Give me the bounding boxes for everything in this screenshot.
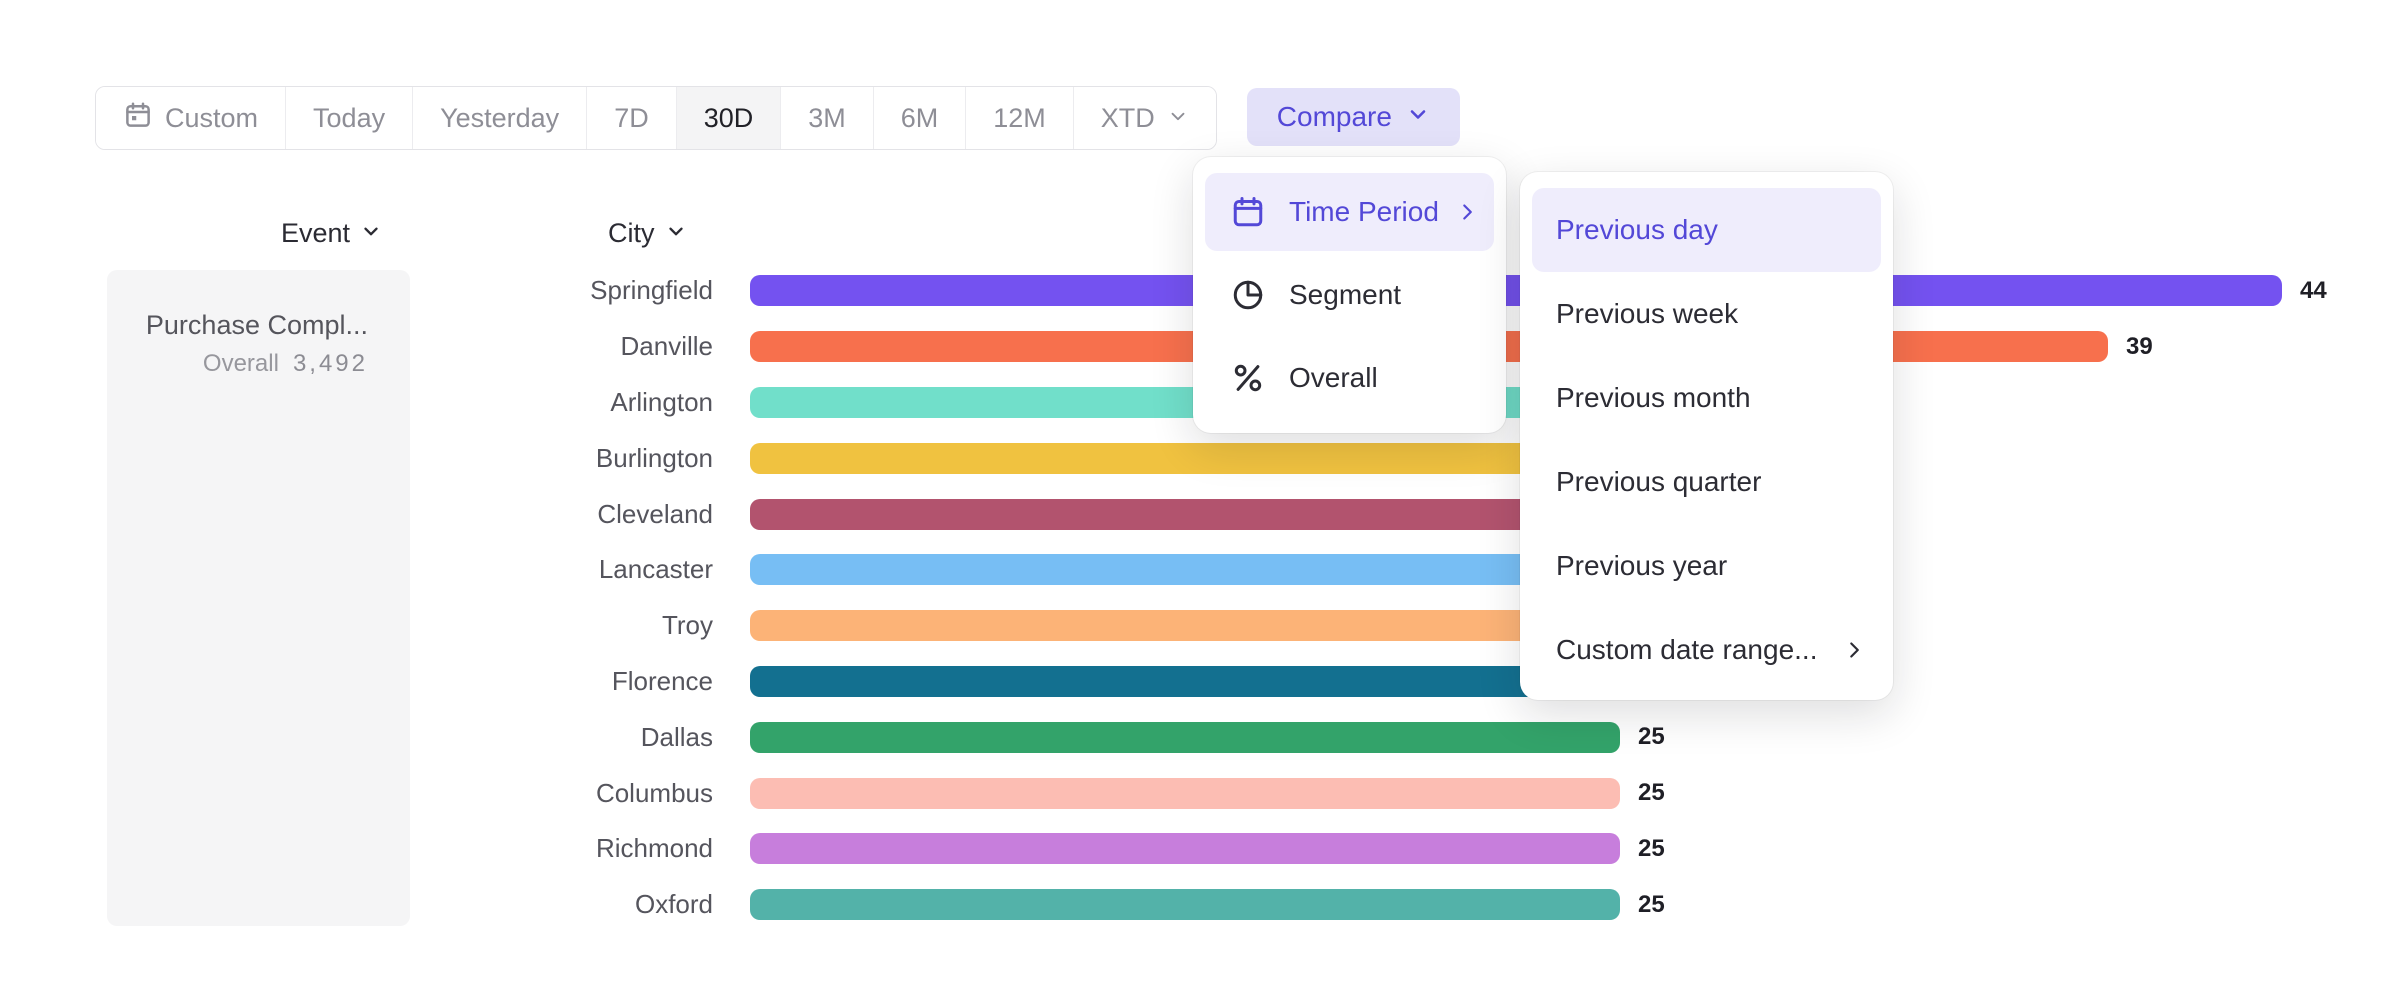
submenu-item-label: Custom date range... [1556, 634, 1817, 666]
chart-row-columbus: Columbus 25 [0, 765, 2394, 821]
compare-button[interactable]: Compare [1247, 88, 1460, 146]
calendar-icon [123, 100, 153, 137]
menu-item-overall[interactable]: Overall [1205, 339, 1494, 417]
submenu-item-previous-year[interactable]: Previous year [1532, 524, 1881, 608]
city-column-label: City [608, 218, 655, 249]
date-range-label: XTD [1101, 103, 1155, 134]
submenu-item-previous-day[interactable]: Previous day [1532, 188, 1881, 272]
bar-label: Springfield [0, 275, 713, 306]
date-range-label: 3M [808, 103, 846, 134]
bar-label: Columbus [0, 778, 713, 809]
chart-row-oxford: Oxford 25 [0, 877, 2394, 933]
date-range-12m[interactable]: 12M [965, 87, 1073, 149]
bar[interactable] [750, 722, 1620, 753]
date-range-6m[interactable]: 6M [873, 87, 966, 149]
date-range-xtd[interactable]: XTD [1073, 87, 1216, 149]
submenu-item-label: Previous year [1556, 550, 1727, 582]
date-range-7d[interactable]: 7D [586, 87, 676, 149]
date-range-label: 12M [993, 103, 1046, 134]
submenu-item-previous-week[interactable]: Previous week [1532, 272, 1881, 356]
chart-row-florence: Florence [0, 654, 2394, 710]
date-range-control: Custom Today Yesterday 7D 30D 3M 6M 12M XTD [95, 86, 1217, 150]
chevron-right-icon [1454, 199, 1480, 225]
percent-icon [1229, 360, 1267, 396]
bar-label: Troy [0, 610, 713, 641]
menu-item-label: Overall [1289, 362, 1378, 394]
bar-label: Richmond [0, 833, 713, 864]
bar-value: 39 [2126, 333, 2153, 361]
bar-label: Dallas [0, 722, 713, 753]
bar-label: Burlington [0, 443, 713, 474]
bar-value: 25 [1638, 891, 1665, 919]
submenu-item-custom-date-range[interactable]: Custom date range... [1532, 608, 1881, 692]
chevron-right-icon [1841, 637, 1867, 663]
chevron-down-icon [1406, 101, 1430, 133]
chart-row-burlington: Burlington [0, 430, 2394, 486]
submenu-item-previous-month[interactable]: Previous month [1532, 356, 1881, 440]
submenu-item-label: Previous month [1556, 382, 1751, 414]
chart-row-richmond: Richmond 25 [0, 821, 2394, 877]
bar-label: Cleveland [0, 499, 713, 530]
bar-value: 25 [1638, 835, 1665, 863]
menu-item-label: Time Period [1289, 196, 1439, 228]
bar-value: 25 [1638, 723, 1665, 751]
compare-menu: Time Period Segment Overall [1193, 157, 1506, 433]
menu-item-time-period[interactable]: Time Period [1205, 173, 1494, 251]
chart-row-cleveland: Cleveland [0, 486, 2394, 542]
bar[interactable] [750, 833, 1620, 864]
submenu-item-label: Previous week [1556, 298, 1738, 330]
bar[interactable] [750, 889, 1620, 920]
bar[interactable] [750, 778, 1620, 809]
bar-label: Danville [0, 331, 713, 362]
date-range-label: 30D [704, 103, 754, 134]
bar-value: 25 [1638, 779, 1665, 807]
event-column-header[interactable]: Event [281, 218, 382, 249]
submenu-item-label: Previous day [1556, 214, 1718, 246]
chevron-down-icon [1167, 103, 1189, 134]
chart-row-dallas: Dallas 25 [0, 709, 2394, 765]
date-range-3m[interactable]: 3M [780, 87, 873, 149]
date-range-label: Today [313, 103, 385, 134]
chart-row-troy: Troy [0, 598, 2394, 654]
event-column-label: Event [281, 218, 350, 249]
date-range-label: 6M [901, 103, 939, 134]
toolbar: Custom Today Yesterday 7D 30D 3M 6M 12M XTD Comp… [95, 86, 1460, 150]
bar[interactable] [750, 275, 2282, 306]
menu-item-segment[interactable]: Segment [1205, 256, 1494, 334]
chevron-down-icon [665, 218, 687, 249]
date-range-custom[interactable]: Custom [96, 87, 285, 149]
chart-row-lancaster: Lancaster [0, 542, 2394, 598]
time-period-submenu: Previous day Previous week Previous month P… [1520, 172, 1893, 700]
bar-label: Oxford [0, 889, 713, 920]
date-range-today[interactable]: Today [285, 87, 412, 149]
submenu-item-label: Previous quarter [1556, 466, 1761, 498]
date-range-label: 7D [614, 103, 649, 134]
compare-button-label: Compare [1277, 101, 1392, 133]
submenu-item-previous-quarter[interactable]: Previous quarter [1532, 440, 1881, 524]
calendar-icon [1229, 194, 1267, 230]
city-column-header[interactable]: City [608, 218, 687, 249]
menu-item-label: Segment [1289, 279, 1401, 311]
segment-pie-icon [1229, 277, 1267, 313]
bar-label: Florence [0, 666, 713, 697]
bar-label: Lancaster [0, 554, 713, 585]
bar-label: Arlington [0, 387, 713, 418]
bar-value: 44 [2300, 277, 2327, 305]
chevron-down-icon [360, 218, 382, 249]
date-range-label: Custom [165, 103, 258, 134]
date-range-label: Yesterday [440, 103, 559, 134]
date-range-30d[interactable]: 30D [676, 87, 781, 149]
date-range-yesterday[interactable]: Yesterday [412, 87, 586, 149]
